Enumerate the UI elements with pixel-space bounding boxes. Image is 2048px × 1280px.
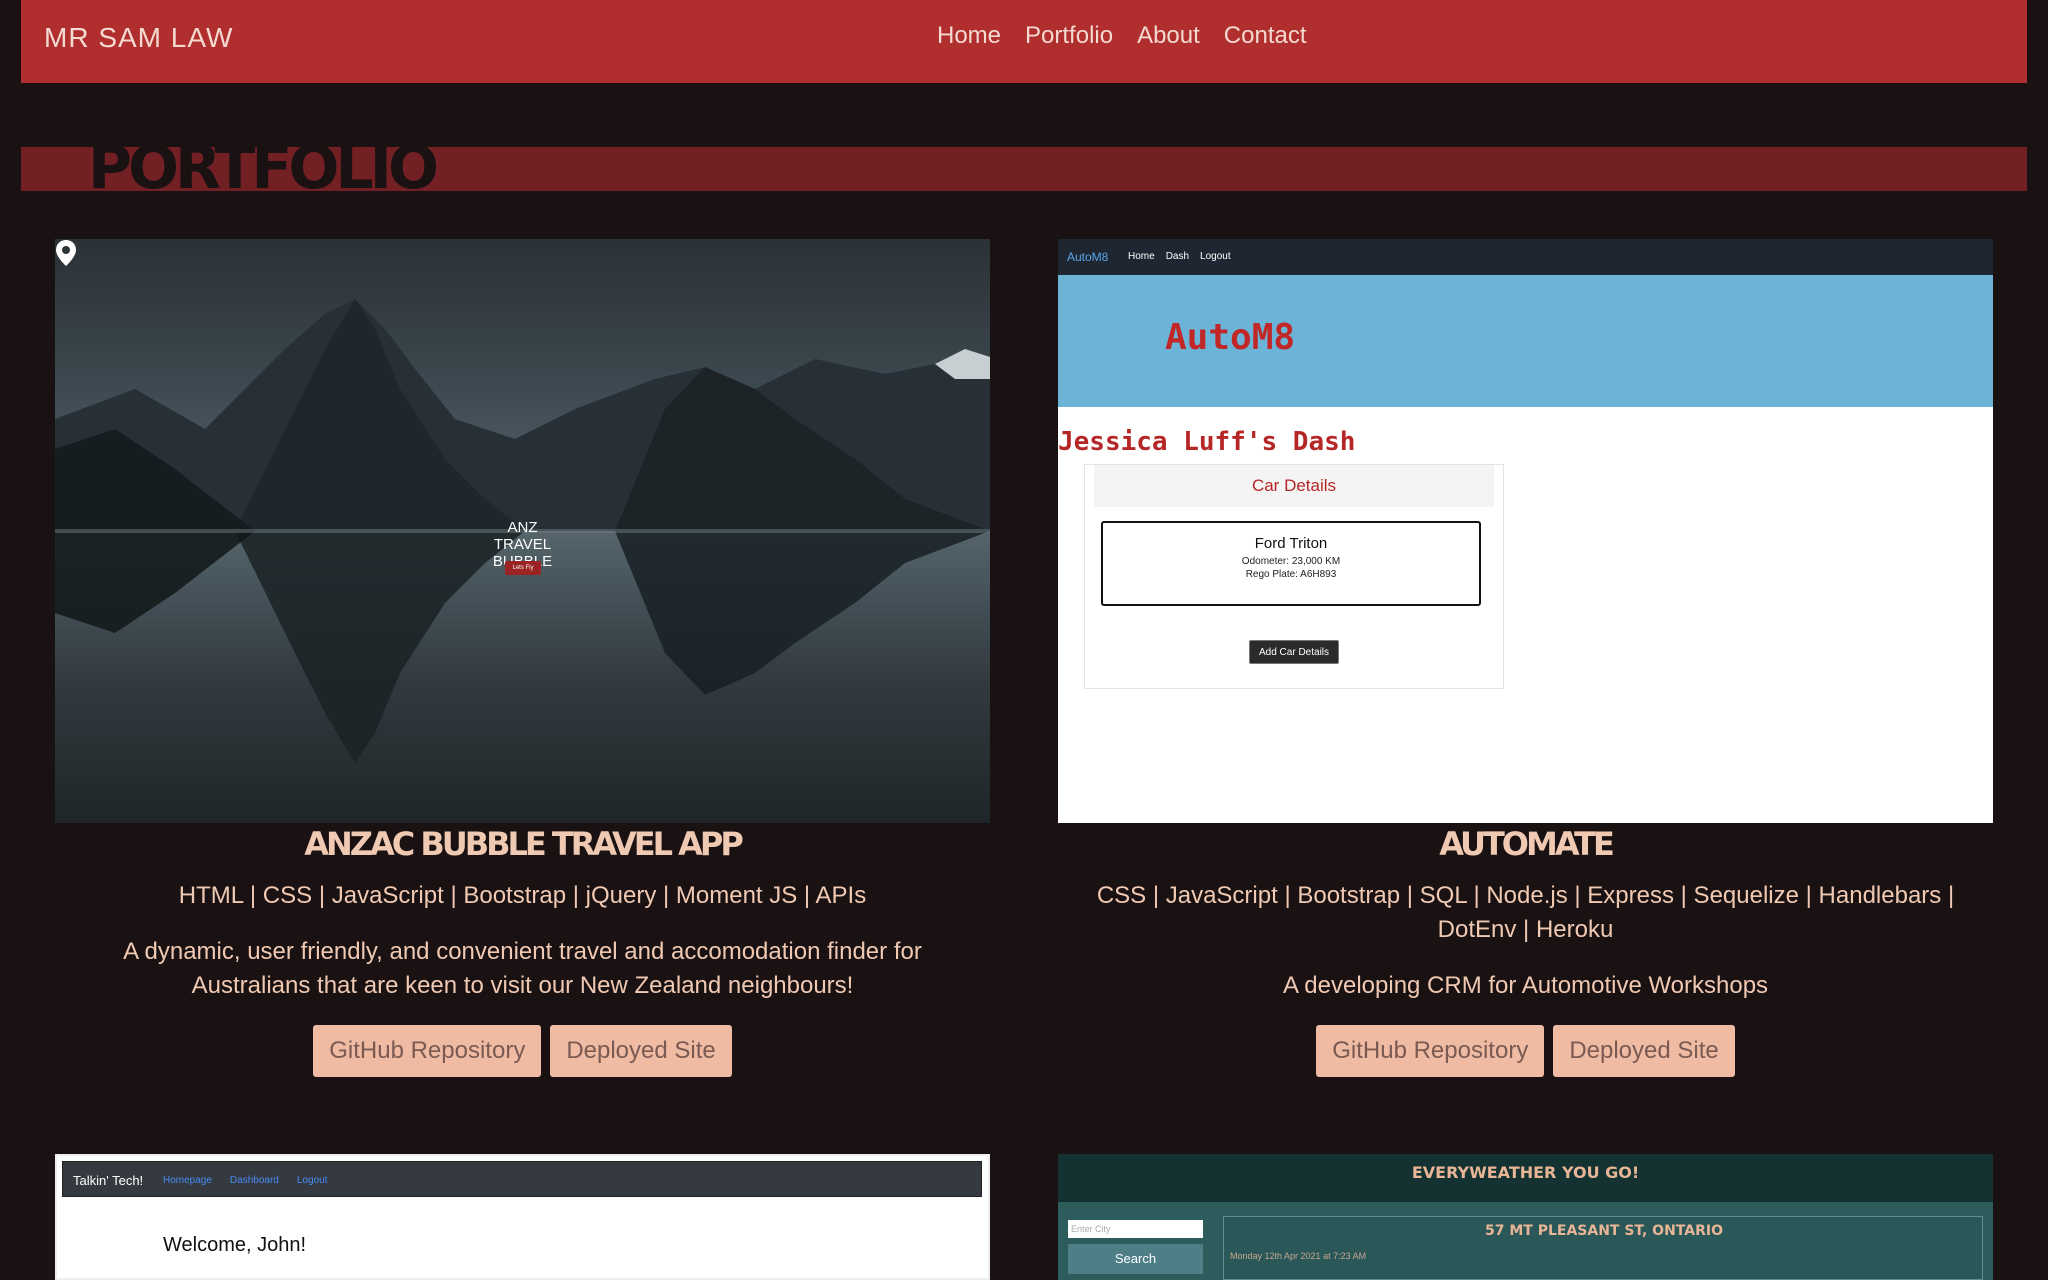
project-title: ANZAC BUBBLE TRAVEL APP (304, 825, 744, 863)
shot-nav-home: Home (1128, 251, 1155, 262)
shot-navbar: Talkin' Tech! Homepage Dashboard Logout (62, 1161, 982, 1197)
shot-car-card: Ford Triton Odometer: 23,000 KM Rego Pla… (1101, 521, 1481, 606)
nav-link-portfolio[interactable]: Portfolio (1025, 22, 1113, 50)
section-title: PORTFOLIO (88, 133, 439, 203)
map-pin-icon (56, 240, 76, 266)
deployed-site-button[interactable]: Deployed Site (550, 1025, 732, 1077)
shot-nav-logout: Logout (296, 1175, 328, 1186)
project-screenshot: EVERYWEATHER YOU GO! Enter City Search 5… (1058, 1154, 1993, 1280)
shot-hero-title: AutoM8 (1165, 317, 1296, 358)
shot-hero: AutoM8 (1058, 275, 1993, 407)
shot-dash-title: Jessica Luff's Dash (1058, 427, 1356, 457)
shot-navbar: AutoM8 Home Dash Logout (1058, 239, 1993, 275)
deployed-site-button[interactable]: Deployed Site (1553, 1025, 1735, 1077)
project-card-anzac: ANZ TRAVEL BUBBLE Lets Fly ANZAC BUBBLE … (55, 239, 990, 1077)
project-screenshot: Talkin' Tech! Homepage Dashboard Logout … (55, 1154, 990, 1280)
shot-lets-fly-button: Lets Fly (505, 561, 541, 575)
nav-link-home[interactable]: Home (937, 22, 1001, 50)
github-repository-button[interactable]: GitHub Repository (1316, 1025, 1545, 1077)
shot-car-panel: Car Details Ford Triton Odometer: 23,000… (1084, 464, 1504, 689)
project-description: A developing CRM for Automotive Workshop… (1282, 972, 1769, 999)
project-tech-stack: HTML | CSS | JavaScript | Bootstrap | jQ… (178, 882, 867, 909)
shot-panel-title: Car Details (1094, 465, 1494, 507)
shot-nav-items: Home Dash Logout (1128, 251, 1231, 262)
shot-title: EVERYWEATHER YOU GO! (1411, 1163, 1640, 1182)
shot-nav-homepage: Homepage (163, 1175, 212, 1186)
nav-links: Home Portfolio About Contact (937, 22, 1307, 50)
project-card-talkin-tech: Talkin' Tech! Homepage Dashboard Logout … (55, 1154, 990, 1280)
shot-brand: AutoM8 (1067, 250, 1109, 264)
project-buttons: GitHub Repository Deployed Site (1058, 1025, 1993, 1077)
shot-search-button: Search (1068, 1244, 1203, 1274)
project-screenshot: ANZ TRAVEL BUBBLE Lets Fly (55, 239, 990, 823)
project-screenshot: AutoM8 Home Dash Logout AutoM8 Jessica L… (1058, 239, 1993, 823)
shot-car-odometer: Odometer: 23,000 KM (1241, 556, 1341, 567)
nav-link-about[interactable]: About (1137, 22, 1200, 50)
shot-location: 57 MT PLEASANT ST, ONTARIO (1485, 1223, 1723, 1239)
shot-date: Monday 12th Apr 2021 at 7:23 AM (1230, 1251, 1367, 1261)
project-title: AUTOMATE (1439, 825, 1615, 863)
github-repository-button[interactable]: GitHub Repository (313, 1025, 542, 1077)
project-buttons: GitHub Repository Deployed Site (55, 1025, 990, 1077)
shot-nav-dash: Dash (1165, 251, 1190, 262)
shot-car-rego: Rego Plate: A6H893 (1245, 569, 1337, 580)
shot-add-car-button: Add Car Details (1249, 640, 1339, 664)
project-card-automate: AutoM8 Home Dash Logout AutoM8 Jessica L… (1058, 239, 1993, 1077)
shot-weather-box: 57 MT PLEASANT ST, ONTARIO Monday 12th A… (1223, 1216, 1983, 1280)
brand-logo[interactable]: MR SAM LAW (44, 22, 233, 54)
shot-brand: Talkin' Tech! (73, 1173, 144, 1188)
shot-nav-dashboard: Dashboard (229, 1175, 279, 1186)
project-tech-stack: CSS | JavaScript | Bootstrap | SQL | Nod… (1096, 882, 1955, 943)
shot-nav-items: Homepage Dashboard Logout (163, 1175, 327, 1186)
shot-nav-logout: Logout (1200, 251, 1231, 262)
shot-welcome-text: Welcome, John! (163, 1234, 307, 1256)
project-card-everyweather: EVERYWEATHER YOU GO! Enter City Search 5… (1058, 1154, 1993, 1280)
shot-city-input: Enter City (1068, 1220, 1203, 1238)
navbar: MR SAM LAW Home Portfolio About Contact (21, 0, 2027, 83)
project-description: A dynamic, user friendly, and convenient… (123, 938, 922, 999)
shot-car-name: Ford Triton (1254, 535, 1328, 552)
nav-link-contact[interactable]: Contact (1224, 22, 1307, 50)
shot-body: Enter City Search 57 MT PLEASANT ST, ONT… (1058, 1202, 1993, 1280)
